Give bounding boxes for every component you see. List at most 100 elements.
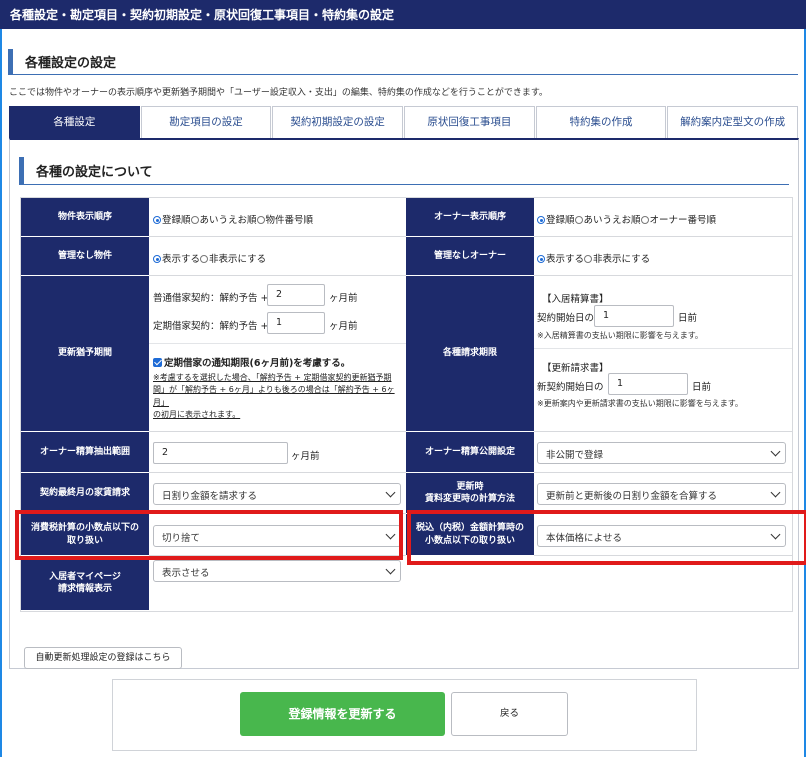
property-order-option[interactable]: 物件番号順	[256, 215, 314, 226]
owner-extract-label: オーナー精算抽出範囲	[21, 432, 149, 473]
unmanaged-owner-option-label: 表示する	[546, 254, 585, 265]
tab-general-settings[interactable]: 各種設定	[9, 106, 140, 138]
chevron-down-icon	[385, 564, 396, 575]
tax-rounding-label-line: 消費税計算の小数点以下の	[30, 523, 139, 534]
back-button[interactable]: 戻る	[451, 692, 568, 736]
property-order-option[interactable]: 登録順	[153, 215, 191, 226]
renewal-invoice-title: 【更新請求書】	[542, 363, 609, 374]
tab-account-items[interactable]: 勘定項目の設定	[140, 106, 272, 138]
radio-icon	[256, 216, 265, 224]
update-button[interactable]: 登録情報を更新する	[240, 692, 445, 736]
property-order-option[interactable]: あいうえお順	[190, 215, 257, 226]
chevron-down-icon	[770, 446, 781, 457]
tab-restoration-items[interactable]: 原状回復工事項目	[404, 106, 535, 138]
radio-icon	[190, 216, 199, 224]
tax-rounding-value: 切り捨て	[162, 533, 201, 544]
unmanaged-property-option[interactable]: 表示する	[153, 254, 200, 265]
chevron-down-icon	[385, 529, 396, 540]
renewal-invoice-days-input[interactable]: 1	[608, 373, 688, 395]
owner-order-option[interactable]: 登録順	[537, 215, 575, 226]
note-line: ※考慮するを選択した場合、「解約予告 + 定期借家契約更新猶予期	[153, 373, 392, 382]
owner-publish-cell: 非公開で登録	[534, 432, 792, 473]
property-order-option-label: 登録順	[162, 215, 191, 226]
tab-cancellation-template[interactable]: 解約案内定型文の作成	[667, 106, 799, 138]
tenant-mypage-cell: 表示させる	[149, 556, 406, 611]
renewal-calc-select[interactable]: 更新前と更新後の日割り金額を合算する	[537, 483, 786, 505]
property-order-label: 物件表示順序	[21, 198, 149, 237]
property-order-option-label: 物件番号順	[265, 215, 314, 226]
move-in-days-input[interactable]: 1	[594, 305, 674, 327]
unmanaged-owner-cell: 表示する 非表示にする	[534, 237, 792, 276]
owner-order-option-label: 登録順	[546, 215, 575, 226]
tenant-mypage-select[interactable]: 表示させる	[153, 560, 401, 582]
note-line: 間」が「解約予告 + 6ヶ月」よりも後ろの場合は「解約予告 + 6ヶ月」	[153, 385, 395, 407]
tab-bar: 各種設定 勘定項目の設定 契約初期設定の設定 原状回復工事項目 特約集の作成 解…	[9, 106, 799, 138]
owner-publish-select[interactable]: 非公開で登録	[537, 442, 786, 464]
settings-grid: 物件表示順序 登録順 あいうえお順 物件番号順 オーナー表示順序 登録順 あいうえお順…	[20, 197, 793, 612]
radio-icon	[640, 216, 649, 224]
owner-publish-label: オーナー精算公開設定	[406, 432, 534, 473]
owner-extract-input[interactable]: 2	[153, 442, 288, 464]
owner-order-option[interactable]: オーナー番号順	[640, 215, 716, 226]
billing-period-cell: 【入居精算書】 契約開始日の 1 日前 ※入居精算書の支払い期限に影響を与えます…	[534, 276, 792, 432]
tax-rounding-select[interactable]: 切り捨て	[153, 525, 401, 547]
tax-rounding-cell: 切り捨て	[149, 514, 406, 556]
owner-extract-unit: ヶ月前	[291, 451, 320, 462]
renewal-invoice-unit: 日前	[692, 382, 712, 393]
last-month-rent-label: 契約最終月の家賃請求	[21, 473, 149, 514]
fixed-lease-prefix: 定期借家契約：解約予告 +	[153, 321, 269, 332]
auto-update-settings-button[interactable]: 自動更新処理設定の登録はこちら	[24, 647, 182, 669]
tax-rounding-label-line: 取り扱い	[66, 535, 103, 546]
note-line: の初月に表示されます。	[153, 410, 241, 420]
section-description: ここでは物件やオーナーの表示順序や更新猶予期間や「ユーザー設定収入・支出」の編集…	[9, 88, 548, 98]
tab-contract-initial[interactable]: 契約初期設定の設定	[272, 106, 404, 138]
tab-special-clauses[interactable]: 特約集の作成	[535, 106, 667, 138]
radio-selected-icon	[537, 216, 545, 224]
last-month-rent-select[interactable]: 日割り金額を請求する	[153, 483, 401, 505]
move-in-unit: 日前	[678, 313, 698, 324]
fixed-lease-note: ※考慮するを選択した場合、「解約予告 + 定期借家契約更新猶予期 間」が「解約予…	[153, 372, 403, 422]
fixed-lease-notice-checkbox[interactable]	[153, 358, 164, 369]
renewal-invoice-prefix: 新契約開始日の	[537, 382, 604, 393]
owner-order-cell: 登録順 あいうえお順 オーナー番号順	[534, 198, 792, 237]
owner-publish-value: 非公開で登録	[546, 450, 604, 461]
radio-icon	[574, 216, 583, 224]
settings-panel: 各種の設定について 物件表示順序 登録順 あいうえお順 物件番号順 オーナー表示順序…	[9, 138, 799, 669]
tax-inclusive-rounding-select[interactable]: 本体価格によせる	[537, 525, 786, 547]
tax-rounding-label: 消費税計算の小数点以下の 取り扱い	[21, 514, 149, 556]
property-order-option-label: あいうえお順	[199, 215, 257, 226]
fixed-lease-unit: ヶ月前	[329, 321, 358, 332]
owner-extract-cell: 2 ヶ月前	[149, 432, 406, 473]
move-in-note: ※入居精算書の支払い期限に影響を与えます。	[537, 331, 703, 340]
unmanaged-owner-option[interactable]: 表示する	[537, 254, 584, 265]
radio-selected-icon	[153, 216, 161, 224]
normal-lease-unit: ヶ月前	[329, 293, 358, 304]
renewal-calc-value: 更新前と更新後の日割り金額を合算する	[546, 491, 718, 502]
unmanaged-owner-option[interactable]: 非表示にする	[584, 254, 650, 265]
window-title: 各種設定・勘定項目・契約初期設定・原状回復工事項目・特約集の設定	[0, 0, 806, 29]
owner-order-option[interactable]: あいうえお順	[574, 215, 641, 226]
last-month-rent-value: 日割り金額を請求する	[162, 491, 258, 502]
renewal-calc-label-line: 賃料変更時の計算方法	[424, 494, 515, 504]
chevron-down-icon	[385, 487, 396, 498]
tenant-mypage-label-line: 請求情報表示	[57, 584, 112, 594]
owner-order-option-label: あいうえお順	[583, 215, 641, 226]
unmanaged-owner-option-label: 非表示にする	[593, 254, 651, 265]
radio-icon	[584, 255, 593, 263]
renewal-grace-label: 更新猶予期間	[21, 276, 149, 432]
tax-inclusive-rounding-value: 本体価格によせる	[546, 533, 623, 544]
radio-icon	[200, 255, 209, 263]
tax-inclusive-label-line: 小数点以下の取り扱い	[424, 535, 515, 546]
unmanaged-property-option[interactable]: 非表示にする	[200, 254, 266, 265]
checkbox-checked-icon	[153, 358, 162, 367]
normal-lease-prefix: 普通借家契約：解約予告 +	[153, 293, 269, 304]
last-month-rent-cell: 日割り金額を請求する	[149, 473, 406, 514]
normal-lease-months-input[interactable]: 2	[267, 284, 325, 306]
renewal-grace-cell: 普通借家契約：解約予告 + 2 ヶ月前 定期借家契約：解約予告 + 1 ヶ月前 …	[149, 276, 406, 432]
tax-inclusive-rounding-cell: 本体価格によせる	[534, 514, 792, 556]
fixed-lease-notice-label: 定期借家の通知期限(6ヶ月前)を考慮する。	[164, 358, 351, 369]
renewal-calc-label: 更新時 賃料変更時の計算方法	[406, 473, 534, 514]
fixed-lease-months-input[interactable]: 1	[267, 312, 325, 334]
radio-selected-icon	[537, 255, 545, 263]
unmanaged-property-option-label: 非表示にする	[209, 254, 267, 265]
